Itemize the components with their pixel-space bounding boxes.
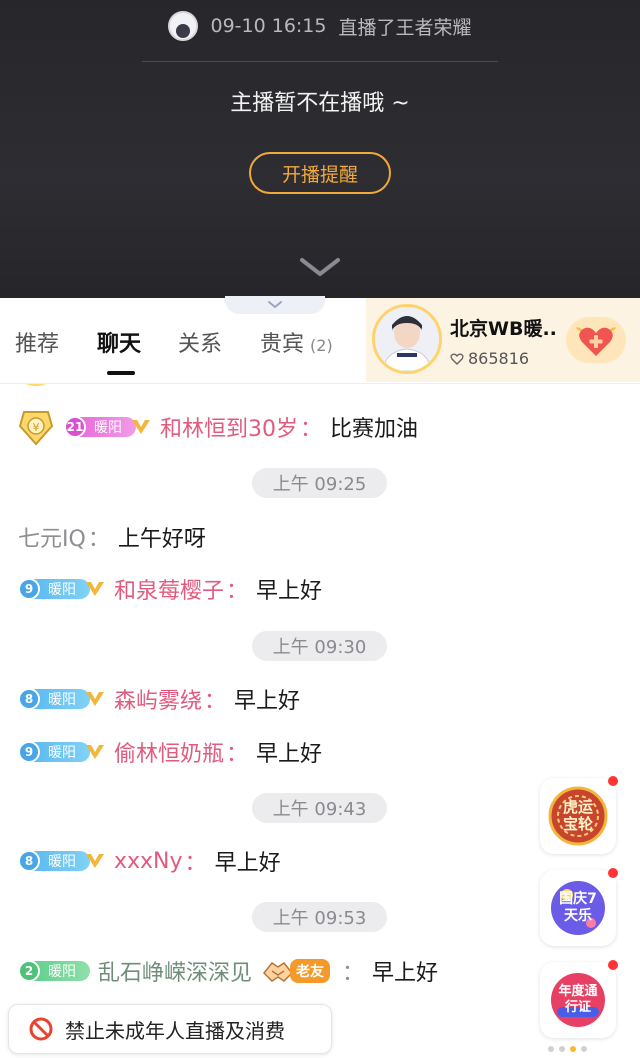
chat-text: 早上好 [372, 961, 439, 986]
chat-message[interactable]: 9 暖阳 偷林恒奶瓶： 早上好 [18, 736, 322, 768]
badge-wing-icon [86, 692, 104, 706]
anchor-photo [375, 307, 439, 371]
chat-nickname[interactable]: xxxNy [114, 849, 183, 874]
last-live-info: 09-10 16:15 直播了王者荣耀 [0, 8, 640, 44]
anchor-mini-avatar [168, 11, 199, 41]
last-live-time: 09-10 16:15 [210, 15, 327, 37]
live-reminder-button[interactable]: 开播提醒 [249, 152, 391, 194]
prohibited-icon [29, 1017, 53, 1041]
svg-text:¥: ¥ [33, 421, 40, 434]
event-national-day[interactable]: 国庆7天乐 [540, 868, 618, 946]
chat-message[interactable]: 8 暖阳 森屿雾绕： 早上好 [18, 683, 300, 715]
fan-badge[interactable]: 2 暖阳 [18, 960, 90, 982]
chat-nickname[interactable]: 七元IQ [18, 521, 86, 553]
tab-relation[interactable]: 关系 [178, 326, 222, 358]
minor-protection-notice[interactable]: 禁止未成年人直播及消费 [8, 1004, 332, 1054]
tab-recommend[interactable]: 推荐 [15, 326, 59, 358]
offline-message: 主播暂不在播哦 ~ [230, 91, 410, 116]
chat-text: 上午好呀 [117, 527, 206, 552]
notification-dot [608, 960, 618, 970]
notification-dot [608, 868, 618, 878]
tab-chat[interactable]: 聊天 [97, 326, 141, 358]
chat-nickname[interactable]: 和林恒到30岁 [160, 411, 298, 443]
badge-wing-icon [86, 582, 104, 596]
tab-vip-label: 贵宾 [260, 332, 305, 357]
chat-text: 早上好 [256, 579, 323, 604]
tab-bar: 推荐 聊天 关系 贵宾 (2) 北京WB暖.. 865816 [0, 298, 640, 384]
follow-button[interactable] [566, 317, 626, 363]
fan-badge[interactable]: 8 暖阳 [18, 850, 106, 872]
chat-text: 早上好 [214, 851, 281, 876]
chat-message[interactable]: ¥ 21 暖阳 和林恒到30岁： 比赛加油 [18, 408, 418, 446]
tab-vip[interactable]: 贵宾 (2) [260, 326, 333, 358]
active-tab-indicator [107, 371, 135, 375]
anchor-card[interactable]: 北京WB暖.. 865816 [366, 298, 640, 382]
chat-text: 比赛加油 [330, 417, 419, 442]
chat-nickname[interactable]: 森屿雾绕 [114, 683, 202, 715]
fan-badge[interactable]: 9 暖阳 [18, 578, 106, 600]
chevron-down-icon [268, 301, 282, 309]
chat-timestamp: 上午 09:25 [252, 468, 387, 498]
chat-message[interactable]: 2 暖阳 乱石峥嵘深深见 老友 ： 早上好 [18, 955, 438, 987]
badge-wing-icon [86, 745, 104, 759]
chat-timestamp: 上午 09:43 [252, 793, 387, 823]
chat-nickname[interactable]: 和泉莓樱子 [114, 573, 224, 605]
chat-nickname[interactable]: 乱石峥嵘深深见 [98, 955, 252, 987]
chat-list[interactable]: ¥ 21 暖阳 和林恒到30岁： 比赛加油 上午 09:25 七元IQ： 上午好… [0, 384, 640, 1058]
chat-message[interactable]: 七元IQ： 上午好呀 [18, 521, 206, 553]
divider [142, 61, 498, 62]
anchor-name: 北京WB暖.. [450, 318, 557, 340]
anchor-avatar[interactable] [372, 304, 442, 374]
chat-text: 早上好 [256, 742, 323, 767]
chat-message[interactable]: 8 暖阳 xxxNy： 早上好 [18, 845, 281, 877]
drag-handle[interactable] [225, 296, 325, 314]
video-player-area[interactable]: 09-10 16:15 直播了王者荣耀 主播暂不在播哦 ~ 开播提醒 [0, 0, 640, 298]
old-friend-tag: 老友 [262, 957, 331, 985]
last-live-game: 直播了王者荣耀 [338, 16, 472, 39]
fans-count: 865816 [468, 349, 530, 368]
event-pager [548, 1046, 587, 1052]
event-annual-pass[interactable]: 年度通行证 [540, 960, 618, 1038]
badge-wing-icon [132, 420, 150, 434]
clipped-message [18, 384, 198, 386]
event-lucky-wheel[interactable]: 虎运宝轮 [540, 776, 618, 854]
heart-plus-icon [576, 327, 616, 356]
anchor-fans: 865816 [450, 349, 529, 368]
chat-nickname[interactable]: 偷林恒奶瓶 [114, 736, 224, 768]
badge-wing-icon [86, 854, 104, 868]
fan-badge[interactable]: 9 暖阳 [18, 741, 106, 763]
fan-badge[interactable]: 21 暖阳 [64, 416, 152, 438]
vip-count: (2) [310, 336, 333, 355]
fan-medal-icon: ¥ [18, 411, 54, 446]
notice-text: 禁止未成年人直播及消费 [65, 1018, 285, 1043]
chevron-down-icon[interactable] [299, 256, 341, 278]
notification-dot [608, 776, 618, 786]
chat-timestamp: 上午 09:53 [252, 902, 387, 932]
chat-timestamp: 上午 09:30 [252, 631, 387, 661]
chat-text: 早上好 [234, 689, 301, 714]
heart-outline-icon [450, 353, 464, 365]
chat-message[interactable]: 9 暖阳 和泉莓樱子： 早上好 [18, 573, 322, 605]
fan-badge[interactable]: 8 暖阳 [18, 688, 106, 710]
